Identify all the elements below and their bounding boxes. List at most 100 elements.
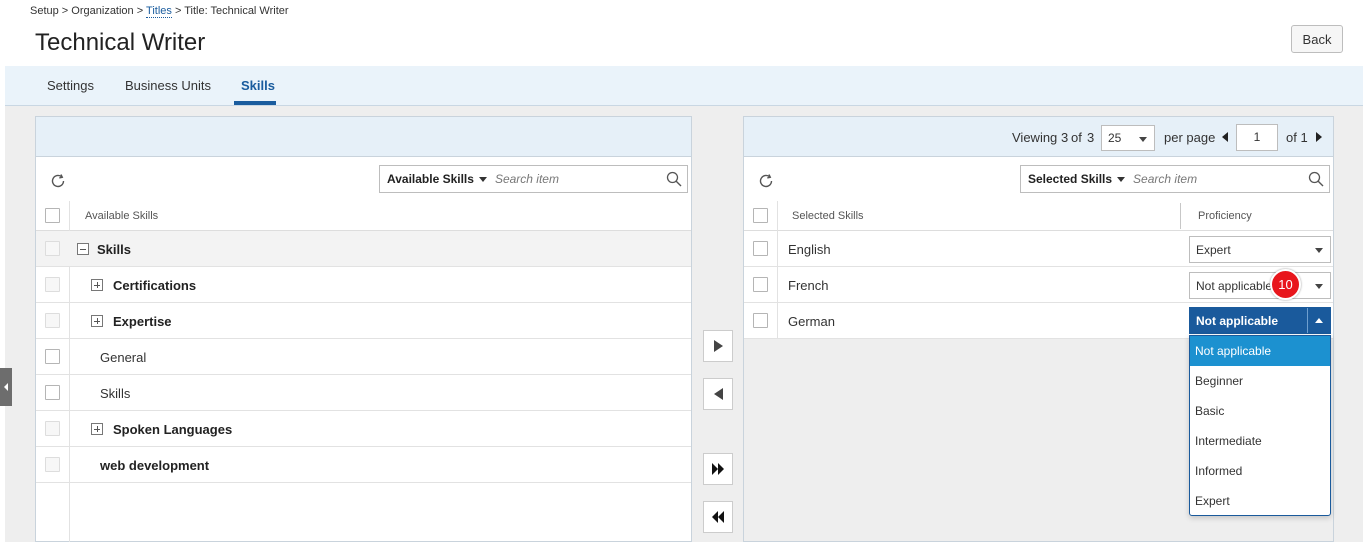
chevron-left-icon (4, 383, 8, 391)
tree-row-label: Skills (97, 242, 131, 257)
tree-row-skills[interactable]: Skills (36, 375, 691, 411)
selected-search-input[interactable] (1133, 172, 1284, 186)
proficiency-option[interactable]: Not applicable (1190, 336, 1330, 366)
available-panel-header (36, 117, 691, 157)
proficiency-option[interactable]: Informed (1190, 456, 1330, 486)
breadcrumb-setup: Setup (30, 5, 59, 17)
per-page-select[interactable]: 25 (1101, 125, 1155, 151)
search-icon[interactable] (1308, 171, 1324, 187)
proficiency-select[interactable]: Not applicable (1189, 272, 1331, 299)
select-all-checkbox[interactable] (753, 208, 768, 223)
available-skills-panel: Available Skills Available Skills Skills… (35, 116, 692, 542)
move-all-right-button[interactable] (703, 453, 733, 485)
tree-row-label: Skills (100, 386, 131, 401)
tree-row-general[interactable]: General (36, 339, 691, 375)
search-icon[interactable] (666, 171, 682, 187)
refresh-icon[interactable] (756, 171, 776, 191)
page-number-input[interactable]: 1 (1236, 124, 1278, 151)
breadcrumb-current: Title: Technical Writer (184, 5, 289, 17)
proficiency-select[interactable]: Expert (1189, 236, 1331, 263)
caret-up-icon (1315, 318, 1323, 323)
proficiency-option[interactable]: Expert (1190, 486, 1330, 516)
pager-count-total: 3 (1087, 130, 1095, 145)
tree-row-label: Expertise (113, 314, 172, 329)
caret-down-icon (1139, 137, 1147, 142)
row-checkbox[interactable] (45, 349, 60, 364)
back-button[interactable]: Back (1291, 25, 1343, 53)
tree-row-label: Certifications (113, 278, 197, 293)
proficiency-option[interactable]: Basic (1190, 396, 1330, 426)
tab-business-units[interactable]: Business Units (125, 78, 211, 93)
tab-bar: Settings Business Units Skills (5, 66, 1363, 106)
available-skills-column-header: Available Skills (85, 210, 159, 222)
page-title: Technical Writer (35, 29, 206, 56)
tab-skills[interactable]: Skills (241, 78, 275, 93)
selected-row-german[interactable]: German Not applicable (744, 303, 1333, 339)
collapse-sidebar-handle[interactable] (0, 368, 12, 406)
move-all-left-button[interactable] (703, 501, 733, 533)
pager-viewing-label: Viewing (1012, 130, 1058, 145)
row-checkbox[interactable] (753, 241, 768, 256)
step-number-badge: 10 (1270, 269, 1301, 300)
per-page-value: 25 (1108, 131, 1122, 145)
available-filter-dropdown[interactable]: Available Skills (380, 172, 495, 186)
proficiency-dropdown-list: Not applicable Beginner Basic Intermedia… (1189, 335, 1331, 516)
tree-row-label: General (100, 350, 147, 365)
breadcrumb-separator: > (171, 5, 185, 17)
breadcrumb-titles-link[interactable]: Titles (146, 5, 172, 18)
pager-total-pages: of 1 (1286, 130, 1308, 145)
row-checkbox[interactable] (753, 313, 768, 328)
next-page-icon[interactable] (1316, 132, 1322, 142)
selected-row-english[interactable]: English Expert (744, 231, 1333, 267)
select-all-checkbox[interactable] (45, 208, 60, 223)
column-resize-divider[interactable] (1180, 203, 1181, 229)
refresh-icon[interactable] (48, 171, 68, 191)
move-left-button[interactable] (703, 378, 733, 410)
move-right-button[interactable] (703, 330, 733, 362)
selected-filter-dropdown[interactable]: Selected Skills (1021, 172, 1133, 186)
row-checkbox (45, 313, 60, 328)
collapse-icon[interactable] (77, 243, 89, 255)
tree-row-expertise[interactable]: Expertise (36, 303, 691, 339)
proficiency-value: Not applicable (1196, 314, 1279, 328)
selected-skill-label: German (788, 314, 835, 329)
caret-down-icon (478, 176, 487, 182)
expand-icon[interactable] (91, 423, 103, 435)
available-search-input[interactable] (494, 172, 645, 186)
dropdown-toggle[interactable] (1307, 308, 1330, 333)
selected-row-french[interactable]: French Not applicable (744, 267, 1333, 303)
selected-skills-column-header: Selected Skills (792, 210, 864, 222)
tree-row-certifications[interactable]: Certifications (36, 267, 691, 303)
selected-skill-label: English (788, 242, 831, 257)
proficiency-select-open[interactable]: Not applicable (1189, 307, 1331, 334)
expand-icon[interactable] (91, 279, 103, 291)
row-checkbox (45, 457, 60, 472)
pager-count-start: 3 (1061, 130, 1069, 145)
selected-panel-header: Viewing 3 of 3 25 per page 1 of 1 (744, 117, 1333, 157)
per-page-label: per page (1164, 130, 1216, 145)
proficiency-value: Expert (1196, 243, 1231, 257)
prev-page-icon[interactable] (1222, 132, 1228, 142)
tree-row-skills-root[interactable]: Skills (36, 231, 691, 267)
proficiency-option[interactable]: Intermediate (1190, 426, 1330, 456)
row-checkbox[interactable] (45, 385, 60, 400)
double-arrow-left-icon (712, 511, 724, 523)
arrow-left-icon (713, 388, 723, 400)
tree-row-spoken-languages[interactable]: Spoken Languages (36, 411, 691, 447)
available-search-box: Available Skills (379, 165, 688, 193)
selected-skill-label: French (788, 278, 829, 293)
selected-column-header-row: Selected Skills Proficiency (744, 201, 1333, 231)
tree-row-web-development[interactable]: web development (36, 447, 691, 483)
breadcrumb: Setup > Organization > Titles > Title: T… (30, 5, 289, 18)
row-checkbox[interactable] (753, 277, 768, 292)
proficiency-value: Not applicable (1196, 279, 1273, 293)
proficiency-column-header: Proficiency (1198, 210, 1252, 222)
selected-filter-label: Selected Skills (1028, 172, 1113, 186)
double-arrow-right-icon (712, 463, 724, 475)
active-tab-indicator (234, 101, 276, 105)
breadcrumb-separator: > (58, 5, 72, 17)
tree-row-label: web development (100, 458, 210, 473)
expand-icon[interactable] (91, 315, 103, 327)
tab-settings[interactable]: Settings (47, 78, 94, 93)
proficiency-option[interactable]: Beginner (1190, 366, 1330, 396)
